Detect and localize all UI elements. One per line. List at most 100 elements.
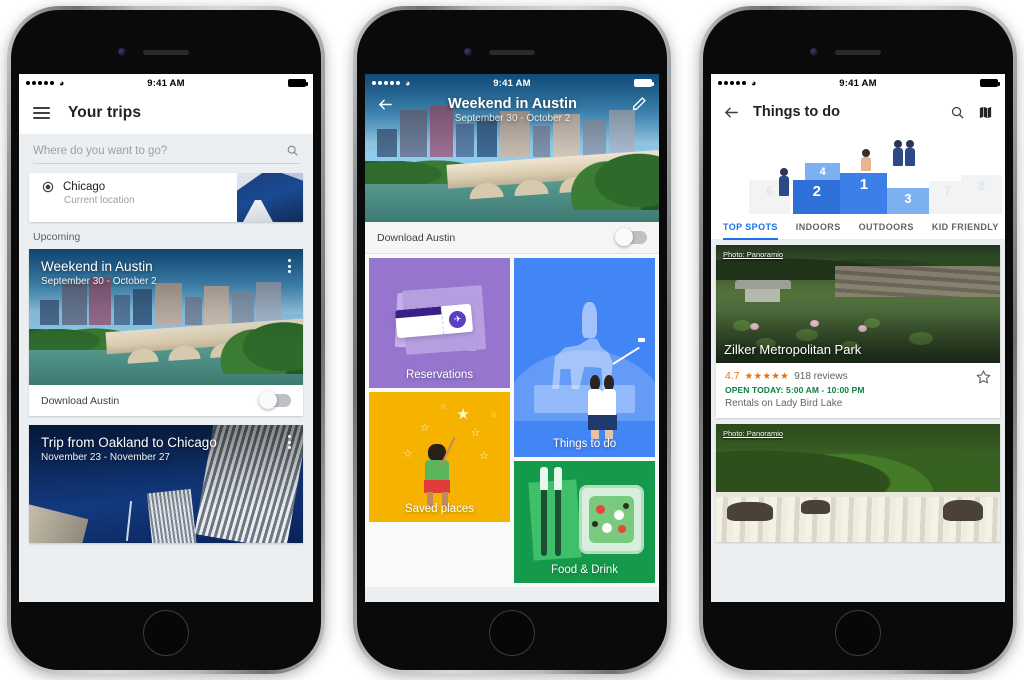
section-label-upcoming: Upcoming (33, 231, 81, 243)
tab-indoors[interactable]: INDOORS (796, 214, 850, 239)
spot-card-waterfall[interactable]: Photo: Panoramio (716, 424, 1000, 542)
trip-app-bar: Weekend in Austin September 30 - October… (365, 92, 659, 138)
battery-icon (980, 79, 1001, 87)
tile-food-and-drink[interactable]: Food & Drink (514, 461, 655, 583)
tile-things-to-do[interactable]: Things to do (514, 258, 655, 457)
podium-block: 8 (960, 174, 1003, 214)
spots-list: Photo: Panoramio Zilker Metropolitan Par… (711, 240, 1005, 602)
tile-label: Reservations (405, 369, 474, 381)
app-bar: Things to do (711, 92, 1005, 132)
person-figure-selfie (893, 140, 904, 167)
back-arrow-icon[interactable] (723, 104, 740, 121)
podium-block: 3 (887, 187, 929, 214)
trip-dates: September 30 - October 2 (454, 113, 571, 124)
download-row: Download Austin (365, 222, 659, 254)
trip-name: Trip from Oakland to Chicago (41, 435, 217, 450)
search-placeholder: Where do you want to go? (33, 144, 168, 157)
tile-reservations[interactable]: ✈ Reservations (369, 258, 510, 388)
location-thumbnail (237, 173, 303, 222)
earpiece-speaker (489, 50, 535, 55)
home-button[interactable] (835, 610, 881, 656)
phone-2-trip-detail: ◕ 9:41 AM Weekend in Austin September 30… (353, 6, 671, 674)
photo-credit[interactable]: Photo: Panoramio (723, 250, 783, 259)
person-figure (778, 167, 789, 196)
spot-card-zilker[interactable]: Photo: Panoramio Zilker Metropolitan Par… (716, 245, 1000, 418)
battery-icon (634, 79, 655, 87)
tile-label: Things to do (552, 438, 617, 450)
trip-card-chicago[interactable]: Trip from Oakland to Chicago November 23… (29, 425, 303, 543)
star-outline-icon[interactable] (976, 369, 991, 384)
category-tiles: ✈ Reservations ★ ☆ ☆ ☆ ☆ ☆ ☆ Saved place… (365, 254, 659, 587)
search-icon[interactable] (286, 144, 299, 157)
tile-saved-places[interactable]: ★ ☆ ☆ ☆ ☆ ☆ ☆ Saved places (369, 392, 510, 522)
app-bar: Your trips (19, 92, 313, 134)
airplane-icon: ✈ (448, 309, 468, 329)
rating-stars: ★★★★★ (744, 370, 790, 382)
category-tabs: TOP SPOTS INDOORS OUTDOORS KID FRIENDLY (711, 214, 1005, 240)
tab-kid-friendly[interactable]: KID FRIENDLY (932, 214, 1005, 239)
three-phone-mockup: ◕ 9:41 AM Your trips Where do you want t… (0, 0, 1024, 680)
spot-subtitle: Rentals on Lady Bird Lake (725, 398, 843, 409)
review-count: 918 reviews (794, 370, 848, 382)
tab-outdoors[interactable]: OUTDOORS (859, 214, 923, 239)
location-subtitle: Current location (64, 195, 135, 206)
trip-photo-austin: Weekend in Austin September 30 - October… (29, 249, 303, 385)
knife-icon (553, 467, 562, 557)
spot-name: Zilker Metropolitan Park (724, 342, 862, 357)
podium-illustration: 6 4 2 1 3 7 8 (711, 132, 1005, 214)
front-camera-icon (810, 48, 818, 56)
trips-body: Where do you want to go? Chicago Current… (19, 134, 313, 602)
person-figure (860, 149, 871, 172)
download-row: Download Austin (29, 385, 303, 416)
statue-selfie-illustration (514, 258, 655, 457)
podium-block: 1 (840, 173, 888, 214)
rating-value: 4.7 (725, 370, 740, 382)
download-label: Download Austin (41, 394, 120, 407)
status-bar: ◕ 9:41 AM (19, 74, 313, 92)
download-label: Download Austin (377, 231, 456, 244)
download-toggle[interactable] (615, 228, 647, 246)
person-figure-selfie (905, 140, 916, 167)
trip-hero: ◕ 9:41 AM Weekend in Austin September 30… (365, 74, 659, 222)
spot-photo: Photo: Panoramio (716, 424, 1000, 542)
location-crosshair-icon (42, 181, 54, 193)
front-camera-icon (118, 48, 126, 56)
overflow-menu-icon[interactable] (288, 435, 291, 449)
hamburger-menu-icon[interactable] (33, 106, 50, 120)
home-button[interactable] (489, 610, 535, 656)
waterfall-image (716, 424, 1000, 542)
tile-label: Food & Drink (550, 564, 619, 576)
current-location-card[interactable]: Chicago Current location (29, 173, 303, 222)
battery-icon (288, 79, 309, 87)
map-icon[interactable] (978, 105, 993, 120)
tab-top-spots[interactable]: TOP SPOTS (723, 214, 787, 240)
phone-2-screen: ◕ 9:41 AM Weekend in Austin September 30… (365, 74, 659, 602)
photo-credit[interactable]: Photo: Panoramio (723, 429, 783, 438)
spot-photo: Photo: Panoramio Zilker Metropolitan Par… (716, 245, 1000, 363)
search-input[interactable]: Where do you want to go? (33, 144, 299, 164)
status-bar: ◕ 9:41 AM (365, 74, 659, 92)
trip-dates: September 30 - October 2 (41, 276, 157, 287)
download-toggle[interactable] (259, 391, 291, 409)
trip-card-austin[interactable]: Weekend in Austin September 30 - October… (29, 249, 303, 416)
page-title: Things to do (753, 104, 840, 120)
fork-icon (539, 467, 548, 557)
trip-dates: November 23 - November 27 (41, 452, 170, 463)
overflow-menu-icon[interactable] (288, 259, 291, 273)
search-section: Where do you want to go? (19, 134, 313, 164)
phone-1-your-trips: ◕ 9:41 AM Your trips Where do you want t… (7, 6, 325, 674)
status-time: 9:41 AM (493, 77, 531, 89)
trip-name: Weekend in Austin (41, 259, 153, 274)
back-arrow-icon[interactable] (377, 96, 394, 113)
home-button[interactable] (143, 610, 189, 656)
front-camera-icon (464, 48, 472, 56)
phone-3-screen: ◕ 9:41 AM Things to do 6 4 2 1 3 7 8 TOP… (711, 74, 1005, 602)
location-name: Chicago (63, 181, 106, 193)
trip-photo-chicago: Trip from Oakland to Chicago November 23… (29, 425, 303, 543)
phone-1-screen: ◕ 9:41 AM Your trips Where do you want t… (19, 74, 313, 602)
status-bar: ◕ 9:41 AM (711, 74, 1005, 92)
trip-title: Weekend in Austin (448, 96, 577, 112)
tile-label: Saved places (404, 503, 475, 515)
search-icon[interactable] (950, 105, 965, 120)
pencil-edit-icon[interactable] (631, 96, 647, 112)
